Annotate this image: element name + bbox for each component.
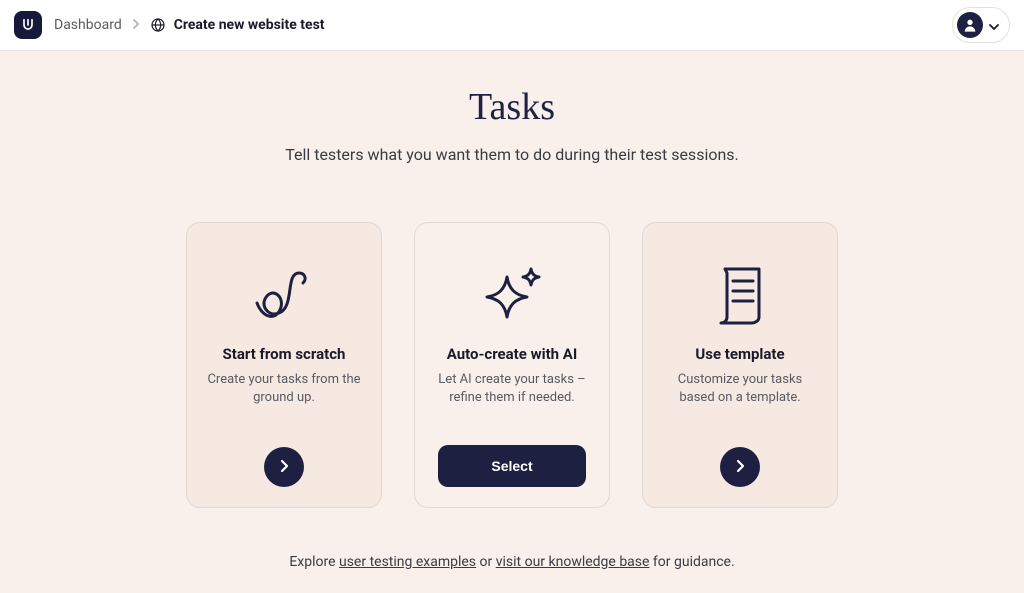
breadcrumb-current: Create new website test — [150, 17, 325, 33]
breadcrumb-root[interactable]: Dashboard — [54, 17, 122, 33]
avatar-icon — [957, 12, 983, 38]
chevron-right-icon — [278, 459, 290, 476]
footer-post: for guidance. — [649, 554, 734, 570]
breadcrumb: Dashboard Create new website test — [54, 17, 325, 33]
footer-mid: or — [476, 554, 496, 570]
page-subtitle: Tell testers what you want them to do du… — [285, 145, 739, 164]
link-examples[interactable]: user testing examples — [339, 554, 476, 570]
sparkle-icon — [467, 245, 557, 345]
template-select-button[interactable] — [720, 447, 760, 487]
card-title: Use template — [695, 345, 784, 363]
option-cards: Start from scratch Create your tasks fro… — [186, 222, 838, 508]
link-knowledge-base[interactable]: visit our knowledge base — [496, 554, 650, 570]
card-desc: Create your tasks from the ground up. — [203, 371, 365, 437]
chevron-right-icon — [132, 18, 140, 32]
footer-pre: Explore — [289, 554, 339, 570]
document-icon — [695, 245, 785, 345]
card-use-template[interactable]: Use template Customize your tasks based … — [642, 222, 838, 508]
breadcrumb-current-label: Create new website test — [174, 17, 325, 33]
header-left: Dashboard Create new website test — [14, 11, 325, 39]
user-menu[interactable] — [952, 7, 1010, 43]
scratch-select-button[interactable] — [264, 447, 304, 487]
app-logo[interactable] — [14, 11, 42, 39]
globe-icon — [150, 17, 166, 33]
ai-select-button[interactable]: Select — [438, 445, 586, 487]
card-desc: Customize your tasks based on a template… — [659, 371, 821, 437]
header-right — [952, 7, 1010, 43]
chevron-down-icon — [989, 16, 999, 35]
footer-guidance: Explore user testing examples or visit o… — [289, 554, 734, 570]
main-content: Tasks Tell testers what you want them to… — [0, 51, 1024, 570]
page-title: Tasks — [469, 85, 555, 129]
card-auto-create-ai[interactable]: Auto-create with AI Let AI create your t… — [414, 222, 610, 508]
card-desc: Let AI create your tasks – refine them i… — [431, 371, 593, 439]
header: Dashboard Create new website test — [0, 0, 1024, 51]
card-title: Auto-create with AI — [447, 345, 578, 363]
card-start-from-scratch[interactable]: Start from scratch Create your tasks fro… — [186, 222, 382, 508]
scribble-icon — [239, 245, 329, 345]
chevron-right-icon — [734, 459, 746, 476]
card-title: Start from scratch — [223, 345, 346, 363]
